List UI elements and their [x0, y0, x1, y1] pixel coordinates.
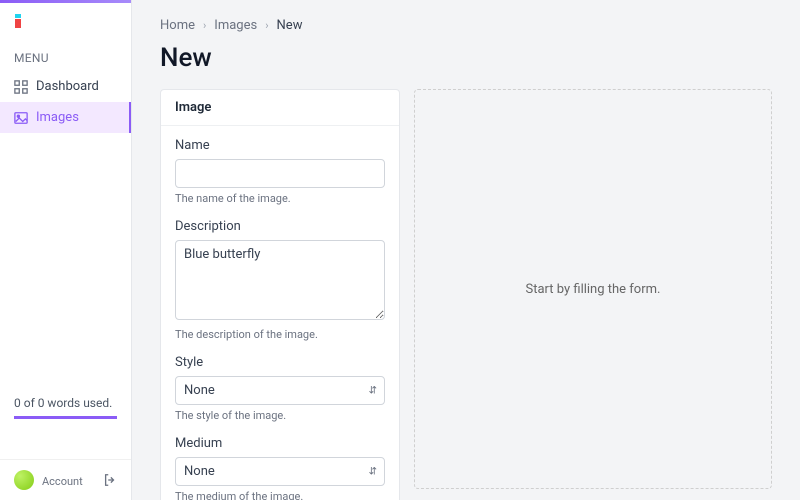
field-medium: Medium None ⇵ The medium of the image.	[175, 436, 385, 500]
description-input[interactable]: Blue butterfly	[175, 240, 385, 320]
preview-panel: Start by filling the form.	[414, 89, 772, 489]
name-hint: The name of the image.	[175, 192, 385, 205]
medium-label: Medium	[175, 436, 385, 451]
menu-label: MENU	[0, 41, 131, 71]
sidebar-item-dashboard[interactable]: Dashboard	[0, 71, 131, 102]
description-hint: The description of the image.	[175, 328, 385, 341]
name-input[interactable]	[175, 159, 385, 188]
field-style: Style None ⇵ The style of the image.	[175, 355, 385, 422]
sidebar-item-images[interactable]: Images	[0, 102, 131, 133]
chevron-right-icon: ›	[203, 19, 206, 32]
style-select[interactable]: None	[175, 376, 385, 405]
account-label: Account	[42, 475, 83, 488]
main: Home › Images › New New Image Name The n…	[132, 0, 800, 500]
name-label: Name	[175, 138, 385, 153]
breadcrumb-current: New	[277, 18, 303, 33]
content: Image Name The name of the image. Descri…	[160, 89, 772, 500]
style-label: Style	[175, 355, 385, 370]
account-row[interactable]: Account	[0, 459, 131, 500]
medium-select[interactable]: None	[175, 457, 385, 486]
image-icon	[14, 111, 28, 125]
sidebar-footer: 0 of 0 words used.	[0, 386, 131, 459]
sidebar-item-label: Images	[36, 110, 79, 125]
preview-empty-text: Start by filling the form.	[526, 282, 661, 297]
nav: Dashboard Images	[0, 71, 131, 133]
dashboard-icon	[14, 80, 28, 94]
breadcrumb-home[interactable]: Home	[160, 18, 195, 33]
usage-bar	[14, 416, 117, 419]
sidebar: MENU Dashboard Images 0 of 0 words used.	[0, 0, 132, 500]
breadcrumb: Home › Images › New	[160, 18, 772, 33]
logo[interactable]	[0, 3, 131, 41]
exit-icon[interactable]	[103, 473, 117, 487]
medium-hint: The medium of the image.	[175, 490, 385, 500]
field-description: Description Blue butterfly The descripti…	[175, 219, 385, 341]
field-name: Name The name of the image.	[175, 138, 385, 205]
style-hint: The style of the image.	[175, 409, 385, 422]
breadcrumb-images[interactable]: Images	[214, 18, 257, 33]
page-title: New	[160, 43, 772, 73]
chevron-right-icon: ›	[265, 19, 268, 32]
card-title: Image	[161, 90, 399, 126]
form-card: Image Name The name of the image. Descri…	[160, 89, 400, 500]
usage-text: 0 of 0 words used.	[14, 396, 117, 410]
sidebar-item-label: Dashboard	[36, 79, 99, 94]
logo-icon	[14, 13, 30, 29]
avatar	[14, 470, 34, 490]
description-label: Description	[175, 219, 385, 234]
